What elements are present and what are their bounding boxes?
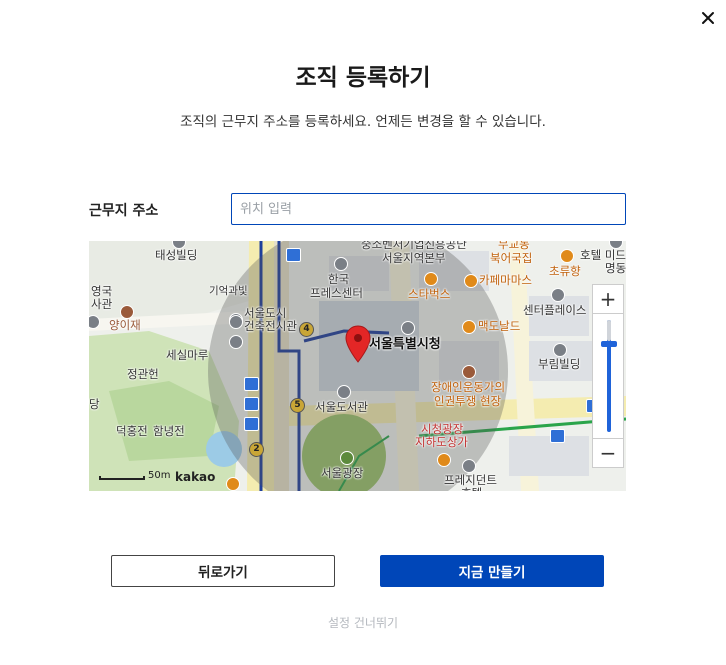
map-scale-label: 50m [148, 470, 171, 481]
cafe-icon [226, 477, 240, 491]
map-label: 스타벅스 [408, 287, 451, 301]
map-view[interactable]: 4 5 2 태성빌딩 영국 사관 양이재 기억과빛 서울도시 건축전시관 세실마… [89, 241, 626, 491]
map-provider-logo: kakao [175, 470, 216, 484]
cafe-icon [424, 272, 438, 286]
building-icon [229, 315, 243, 329]
bus-stop-icon [286, 248, 301, 262]
map-label: 태성빌딩 [155, 248, 198, 262]
create-now-button[interactable]: 지금 만들기 [380, 555, 604, 587]
map-label: 서울도서관 [315, 400, 368, 414]
zoom-out-icon[interactable]: − [592, 438, 624, 468]
map-label: 호텔 [461, 487, 482, 492]
location-marker-icon[interactable] [345, 325, 371, 367]
map-label: 서울지역본부 [382, 251, 446, 265]
map-label: 세실마루 [166, 348, 209, 362]
map-label: 중소벤처기업진흥공단 [361, 241, 467, 251]
dialog-subtitle: 조직의 근무지 주소를 등록하세요. 언제든 변경을 할 수 있습니다. [180, 114, 546, 130]
bus-stop-icon [244, 377, 259, 391]
map-label: 건축전시관 [244, 319, 297, 333]
skip-setup-link[interactable]: 설정 건너뛰기 [0, 614, 726, 631]
map-label: 기억과빛 [209, 285, 248, 297]
landmark-icon [462, 365, 476, 379]
park-icon [340, 451, 354, 465]
map-scale-bar [99, 476, 145, 480]
zoom-slider-thumb[interactable] [601, 341, 617, 348]
map-label: 부림빌딩 [538, 357, 581, 371]
building-icon [334, 257, 348, 271]
bus-stop-icon [244, 397, 259, 411]
zoom-slider[interactable] [592, 314, 624, 439]
back-button[interactable]: 뒤로가기 [111, 555, 335, 587]
map-label: 서울광장 [321, 466, 364, 480]
map-label: 장애인운동가의 [431, 380, 506, 394]
map-label: 덕홍전 [116, 424, 148, 438]
zoom-in-icon[interactable]: + [592, 284, 624, 314]
bus-stop-icon [550, 429, 565, 443]
map-label: 함녕전 [153, 424, 185, 438]
subway-line-icon: 4 [299, 322, 314, 337]
target-icon [401, 321, 415, 335]
map-label: 사관 [91, 297, 113, 311]
address-label: 근무지 주소 [89, 203, 159, 219]
map-label: 명동 [605, 261, 626, 275]
map-label: 한국 [328, 272, 350, 286]
dialog-title: 조직 등록하기 [295, 65, 431, 91]
zoom-control: + − [592, 284, 624, 469]
map-label: 지하도상가 [415, 435, 468, 449]
marker-label: 서울특별시청 [369, 337, 441, 352]
map-label: 초류향 [549, 264, 581, 278]
building-icon [462, 459, 476, 473]
restaurant-icon [120, 305, 134, 319]
map-label: 북어국집 [490, 251, 533, 265]
library-icon [337, 385, 351, 399]
map-label: 당 [89, 397, 100, 411]
subway-line-icon: 5 [290, 398, 305, 413]
map-label: 인권투쟁 현장 [434, 394, 502, 408]
zoom-slider-rail-top [607, 320, 611, 342]
map-label: 정관헌 [127, 367, 159, 381]
camera-icon [229, 335, 243, 349]
map-label: 카페마마스 [479, 273, 532, 287]
map-label: 맥도날드 [478, 319, 521, 333]
address-input[interactable] [231, 193, 626, 225]
map-label: 프레스센터 [310, 286, 363, 300]
subway-line-icon: 2 [249, 442, 264, 457]
bus-stop-icon [244, 417, 259, 431]
close-icon[interactable] [698, 8, 718, 28]
map-label: 양이재 [109, 318, 141, 332]
map-label: 무교동 [498, 241, 530, 251]
building-icon [551, 288, 565, 302]
restaurant-icon [462, 320, 476, 334]
map-label: 센터플레이스 [523, 303, 587, 317]
cafe-icon [464, 274, 478, 288]
building-icon [553, 343, 567, 357]
restaurant-icon [560, 249, 574, 263]
shopping-icon [437, 453, 451, 467]
